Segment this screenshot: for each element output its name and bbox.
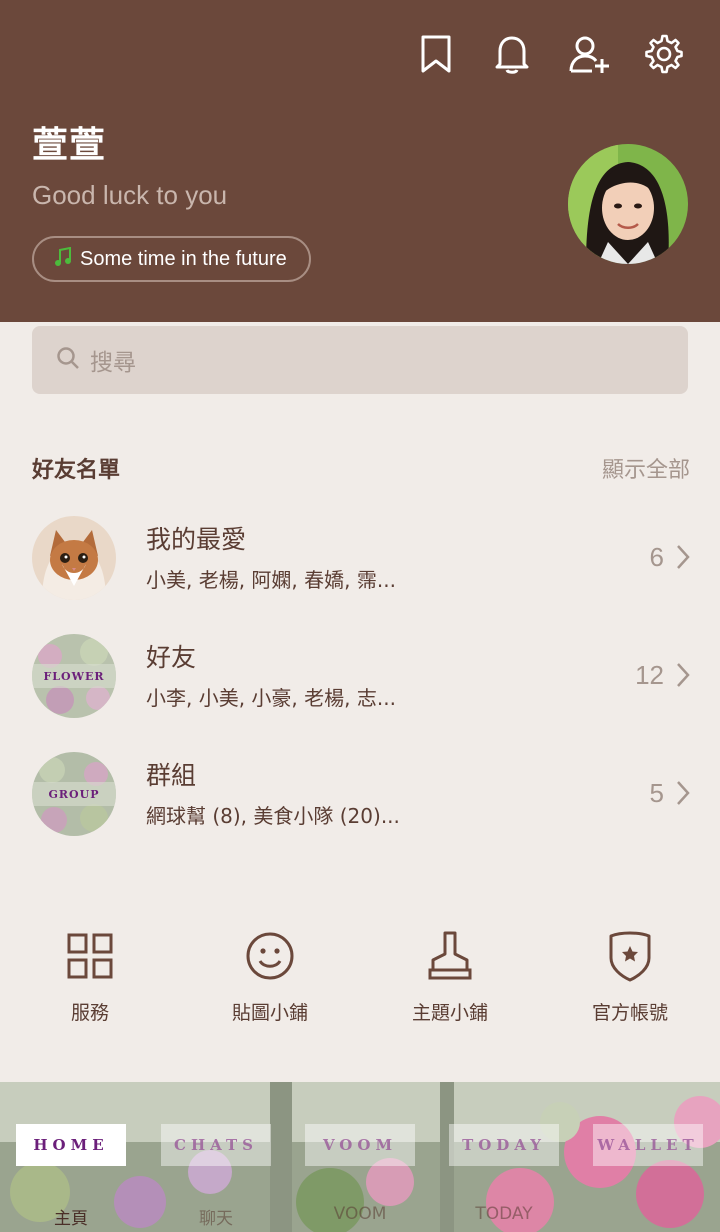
profile-avatar[interactable] bbox=[568, 144, 688, 264]
tab-sublabel: 主頁 bbox=[54, 1209, 88, 1229]
shortcut-official-accounts[interactable]: 官方帳號 bbox=[540, 924, 720, 1025]
search-input[interactable]: 搜尋 bbox=[32, 326, 688, 394]
tab-label: WALLET bbox=[597, 1136, 699, 1154]
list-item-subtitle: 小李, 小美, 小豪, 老楊, 志... bbox=[146, 686, 396, 710]
shortcut-sticker-shop[interactable]: 貼圖小鋪 bbox=[180, 924, 360, 1025]
list-item-subtitle: 小美, 老楊, 阿嫻, 春嬌, 霈... bbox=[146, 568, 396, 592]
groups-thumbnail: GROUP bbox=[32, 752, 116, 836]
tab-wallet[interactable]: WALLET bbox=[593, 1124, 703, 1166]
chevron-right-icon bbox=[676, 544, 690, 574]
add-friend-icon[interactable] bbox=[568, 32, 612, 76]
music-title: Some time in the future bbox=[80, 247, 287, 270]
chevron-right-icon bbox=[676, 662, 690, 692]
shortcut-services[interactable]: 服務 bbox=[0, 924, 180, 1025]
status-message[interactable]: Good luck to you bbox=[32, 180, 227, 211]
tab-home[interactable]: HOME bbox=[16, 1124, 126, 1166]
tab-sublabel: 聊天 bbox=[199, 1209, 233, 1229]
tab-label: VOOM bbox=[322, 1136, 398, 1154]
shortcut-label: 主題小鋪 bbox=[411, 1002, 488, 1024]
brush-icon bbox=[360, 924, 540, 988]
tab-label: TODAY bbox=[462, 1136, 546, 1154]
list-item-count: 6 bbox=[649, 542, 664, 572]
favorites-thumbnail bbox=[32, 516, 116, 600]
shortcut-label: 服務 bbox=[70, 1002, 109, 1024]
friends-thumb-text: FLOWER bbox=[43, 670, 104, 683]
bell-icon[interactable] bbox=[490, 32, 534, 76]
tab-sublabel: VOOM bbox=[333, 1204, 387, 1224]
music-note-icon bbox=[54, 246, 72, 271]
shield-star-icon bbox=[540, 924, 720, 988]
groups-thumb-text: GROUP bbox=[49, 788, 100, 801]
list-item-friends[interactable]: FLOWER 好友 小李, 小美, 小豪, 老楊, 志... 12 bbox=[0, 634, 720, 752]
chevron-right-icon bbox=[676, 780, 690, 810]
profile-name[interactable]: 萱萱 bbox=[32, 116, 106, 168]
tab-voom[interactable]: VOOM bbox=[305, 1124, 415, 1166]
tab-label: CHATS bbox=[174, 1136, 258, 1154]
tab-today[interactable]: TODAY bbox=[449, 1124, 559, 1166]
tab-label: HOME bbox=[33, 1136, 109, 1154]
grid-icon bbox=[0, 924, 180, 988]
list-item-count: 5 bbox=[649, 778, 664, 808]
search-placeholder: 搜尋 bbox=[90, 350, 136, 376]
list-item-favorites[interactable]: 我的最愛 小美, 老楊, 阿嫻, 春嬌, 霈... 6 bbox=[0, 516, 720, 634]
tab-sublabel: TODAY bbox=[475, 1204, 533, 1224]
friends-section-title: 好友名單 bbox=[32, 458, 121, 483]
profile-music-button[interactable]: Some time in the future bbox=[32, 236, 311, 282]
shortcut-label: 貼圖小鋪 bbox=[231, 1002, 308, 1024]
list-item-subtitle: 網球幫 (8), 美食小隊 (20)... bbox=[146, 804, 400, 828]
tab-chats[interactable]: CHATS bbox=[161, 1124, 271, 1166]
smiley-icon bbox=[180, 924, 360, 988]
shortcut-theme-shop[interactable]: 主題小鋪 bbox=[360, 924, 540, 1025]
profile-header: 萱萱 Good luck to you Some time in the fut… bbox=[0, 0, 720, 322]
friends-thumbnail: FLOWER bbox=[32, 634, 116, 718]
list-item-count: 12 bbox=[635, 660, 664, 690]
list-item-title: 群組 bbox=[146, 761, 197, 790]
list-item-title: 好友 bbox=[146, 643, 197, 672]
settings-icon[interactable] bbox=[642, 32, 686, 76]
bottom-navigation: HOME CHATS VOOM TODAY WALLET 主頁 聊天 VOOM … bbox=[0, 1082, 720, 1232]
show-all-link[interactable]: 顯示全部 bbox=[602, 452, 690, 484]
list-item-groups[interactable]: GROUP 群組 網球幫 (8), 美食小隊 (20)... 5 bbox=[0, 752, 720, 870]
shortcut-label: 官方帳號 bbox=[591, 1002, 668, 1024]
list-item-title: 我的最愛 bbox=[146, 525, 247, 554]
search-icon bbox=[56, 346, 80, 374]
bookmark-icon[interactable] bbox=[414, 32, 458, 76]
